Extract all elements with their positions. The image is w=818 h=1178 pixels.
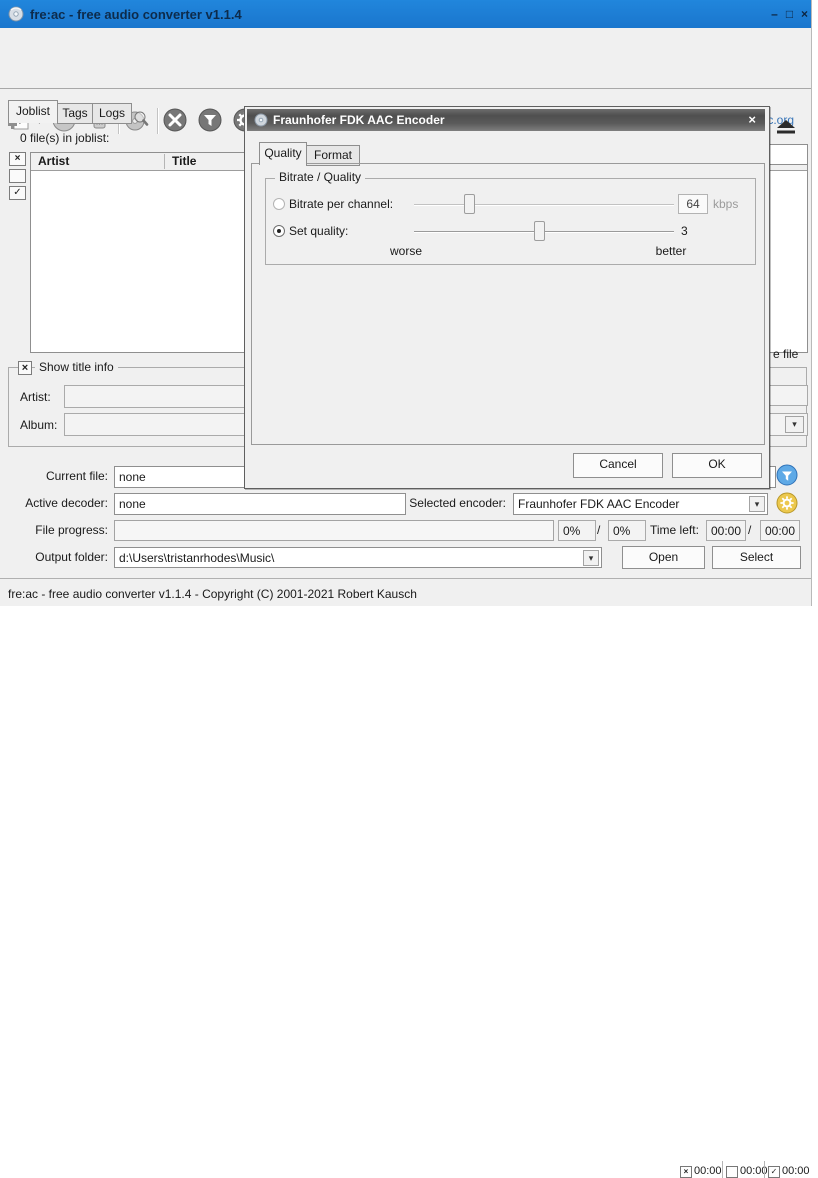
dialog-logo-icon [254,113,268,130]
encoder-dialog: Fraunhofer FDK AAC Encoder × Quality For… [244,106,770,489]
joblist-count: 0 file(s) in joblist: [20,131,109,145]
eject-icon [775,124,797,138]
file-progress-label: File progress: [8,523,108,537]
artist-label: Artist: [20,390,51,404]
status-text: fre:ac - free audio converter v1.1.4 - C… [8,587,417,601]
processing-settings-button[interactable] [776,464,798,489]
time-separator: / [748,523,751,537]
genre-dropdown-icon[interactable]: ▾ [785,416,804,433]
app-window: fre:ac - free audio converter v1.1.4 – □… [0,0,812,606]
quality-value: 3 [681,224,688,238]
folder-dropdown-icon[interactable]: ▾ [583,550,599,566]
toolbar-separator [157,108,159,134]
column-title[interactable]: Title [165,153,196,170]
window-title: fre:ac - free audio converter v1.1.4 [30,7,242,22]
tab-joblist[interactable]: Joblist [8,100,58,123]
selected-encoder-label: Selected encoder: [404,496,506,510]
general-settings-button[interactable] [161,106,191,135]
gold-gear-icon [776,503,798,517]
selected-encoder-value: Fraunhofer FDK AAC Encoder [514,494,683,514]
ok-button[interactable]: OK [672,453,762,478]
bitrate-quality-group-title: Bitrate / Quality [275,171,365,184]
bitrate-slider-track[interactable] [414,204,674,206]
status-unselected-icon [726,1166,738,1178]
status-time-selected: 00:00 [694,1165,722,1177]
menu-bar: File Database Options Processing Encode … [0,28,811,50]
time-left-label: Time left: [650,523,699,537]
encode-single-file-label[interactable]: e file [773,347,798,361]
status-divider [722,1161,723,1178]
toolbar: ♪ ▾ ♪ ▾ www.frea [0,50,811,89]
open-button[interactable]: Open [622,546,705,569]
maximize-icon[interactable]: □ [782,6,797,22]
selected-encoder-combobox[interactable]: Fraunhofer FDK AAC Encoder ▾ [513,493,768,515]
scale-better-label: better [641,244,701,258]
album-label: Album: [20,418,57,432]
quality-label[interactable]: Set quality: [289,224,348,238]
minimize-icon[interactable]: – [767,6,782,22]
cancel-button[interactable]: Cancel [573,453,663,478]
status-time-total: 00:00 [782,1165,810,1177]
percent-separator: / [597,523,600,537]
bitrate-unit-label: kbps [713,197,738,211]
quality-radio[interactable] [273,225,285,237]
file-time-box: 00:00 [706,520,746,541]
dialog-tab-quality[interactable]: Quality [259,142,307,165]
tab-tags[interactable]: Tags [57,103,93,124]
title-bar: fre:ac - free audio converter v1.1.4 – □… [0,0,811,28]
cd-search-icon [123,123,151,137]
select-none-button[interactable] [9,169,26,183]
output-folder-label: Output folder: [8,550,108,564]
current-file-label: Current file: [8,469,108,483]
encoder-settings-button[interactable] [776,492,798,517]
show-title-info-checkbox[interactable]: × [18,361,32,375]
total-time-box: 00:00 [760,520,800,541]
tools-icon [161,123,189,137]
bitrate-value-field[interactable]: 64 [678,194,708,214]
output-folder-value: d:\Users\tristanrhodes\Music\ [115,548,278,568]
status-total-icon: ✓ [768,1166,780,1178]
encoder-dropdown-icon[interactable]: ▾ [749,496,765,512]
bitrate-slider-handle[interactable] [464,194,475,214]
file-progress-bar [114,520,554,541]
dialog-title-bar: Fraunhofer FDK AAC Encoder × [247,109,765,131]
status-divider [764,1161,765,1178]
signal-processing-button[interactable] [196,106,226,135]
toggle-selection-button[interactable]: ✓ [9,186,26,200]
dialog-title: Fraunhofer FDK AAC Encoder [273,113,445,127]
select-all-button[interactable]: × [9,152,26,166]
active-decoder-label: Active decoder: [8,496,108,510]
show-title-info-label[interactable]: Show title info [35,361,118,374]
funnel-icon [196,123,224,137]
tab-logs[interactable]: Logs [92,103,132,124]
close-icon[interactable]: × [797,6,812,22]
dialog-close-icon[interactable]: × [748,112,756,127]
blue-funnel-icon [776,475,798,489]
status-bar: fre:ac - free audio converter v1.1.4 - C… [0,578,811,606]
select-button[interactable]: Select [712,546,801,569]
active-decoder-field: none [114,493,406,515]
quality-slider-handle[interactable] [534,221,545,241]
eject-button[interactable] [775,119,797,138]
status-selected-icon: × [680,1166,692,1178]
file-percent-box: 0% [558,520,596,541]
bitrate-label[interactable]: Bitrate per channel: [289,197,393,211]
bitrate-radio[interactable] [273,198,285,210]
total-percent-box: 0% [608,520,646,541]
app-logo-icon [8,6,24,25]
column-artist[interactable]: Artist [31,153,69,170]
scale-worse-label: worse [376,244,436,258]
output-folder-combobox[interactable]: d:\Users\tristanrhodes\Music\ ▾ [114,547,602,568]
